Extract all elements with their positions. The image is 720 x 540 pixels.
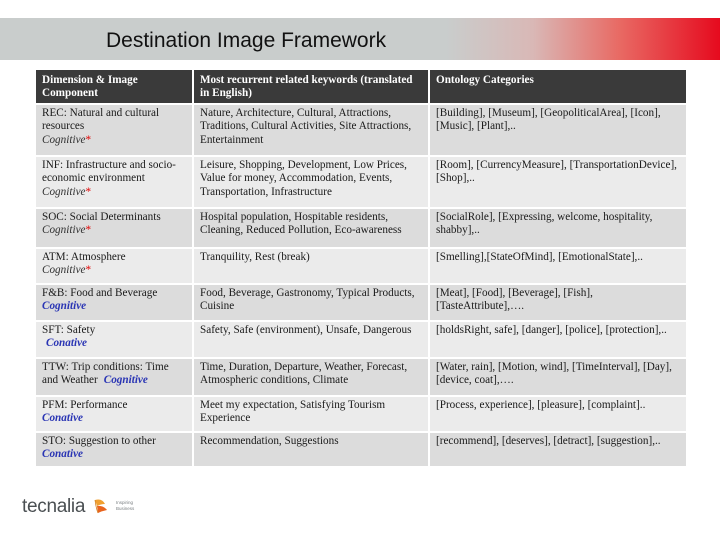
ontology-cell: [SocialRole], [Expressing, welcome, hosp… <box>428 207 688 249</box>
component-label: ATM: Atmosphere <box>42 251 126 263</box>
ontology-cell: [Meat], [Food], [Beverage], [Fish], [Tas… <box>428 283 688 322</box>
keywords-cell: Leisure, Shopping, Development, Low Pric… <box>192 155 430 209</box>
ontology-cell: [Process, experience], [pleasure], [comp… <box>428 395 688 433</box>
image-type: Cognitive <box>42 300 87 313</box>
keywords-cell: Meet my expectation, Satisfying Tourism … <box>192 395 430 433</box>
logo-mark-icon <box>94 499 107 514</box>
dimension-cell: PFM: Performance Conative <box>34 395 194 433</box>
component-label: PFM: Performance <box>42 399 128 411</box>
component-label: REC: Natural and cultural resources <box>42 107 160 133</box>
header-dimension: Dimension & Image Component <box>34 68 194 105</box>
star-mark: * <box>85 185 92 198</box>
image-type: Cognitive* <box>42 224 92 237</box>
table-row: STO: Suggestion to other Conative Recomm… <box>34 431 688 468</box>
table-row: INF: Infrastructure and socio-economic e… <box>34 155 688 209</box>
table-header-row: Dimension & Image Component Most recurre… <box>34 68 688 105</box>
table-row: PFM: Performance Conative Meet my expect… <box>34 395 688 433</box>
ontology-cell: [Smelling],[StateOfMind], [EmotionalStat… <box>428 247 688 285</box>
image-type: Conative <box>42 448 84 461</box>
table-row: SFT: Safety Conative Safety, Safe (envir… <box>34 320 688 359</box>
logo-wordmark: tecnalia <box>22 496 86 517</box>
title-bar: Destination Image Framework <box>0 18 720 60</box>
keywords-cell: Recommendation, Suggestions <box>192 431 430 468</box>
component-label: SFT: Safety <box>42 324 96 336</box>
slide-title: Destination Image Framework <box>106 29 387 52</box>
table-row: REC: Natural and cultural resources Cogn… <box>34 103 688 157</box>
ontology-cell: [recommend], [deserves], [detract], [sug… <box>428 431 688 468</box>
dimension-cell: ATM: Atmosphere Cognitive* <box>34 247 194 285</box>
image-type: Cognitive* <box>42 133 92 146</box>
component-label: STO: Suggestion to other <box>42 435 156 447</box>
dimension-cell: STO: Suggestion to other Conative <box>34 431 194 468</box>
dimension-cell: F&B: Food and Beverage Cognitive <box>34 283 194 322</box>
ontology-cell: [Room], [CurrencyMeasure], [Transportati… <box>428 155 688 209</box>
component-label: INF: Infrastructure and socio-economic e… <box>42 159 176 185</box>
header-ontology: Ontology Categories <box>428 68 688 105</box>
dimension-cell: SOC: Social Determinants Cognitive* <box>34 207 194 249</box>
image-type: Conative <box>46 337 88 350</box>
table-row: SOC: Social Determinants Cognitive* Hosp… <box>34 207 688 249</box>
keywords-cell: Safety, Safe (environment), Unsafe, Dang… <box>192 320 430 359</box>
destination-image-table: Dimension & Image Component Most recurre… <box>34 68 688 468</box>
star-mark: * <box>85 133 92 146</box>
image-type: Cognitive* <box>42 264 92 277</box>
dimension-cell: TTW: Trip conditions: Time and Weather Co… <box>34 357 194 397</box>
ontology-cell: [Building], [Museum], [GeopoliticalArea]… <box>428 103 688 157</box>
star-mark: * <box>85 264 92 277</box>
keywords-cell: Hospital population, Hospitable resident… <box>192 207 430 249</box>
image-type: Cognitive <box>103 374 148 387</box>
logo-tagline: Inspiring Business <box>116 500 135 511</box>
keywords-cell: Time, Duration, Departure, Weather, Fore… <box>192 357 430 397</box>
ontology-cell: [Water, rain], [Motion, wind], [TimeInte… <box>428 357 688 397</box>
keywords-cell: Tranquility, Rest (break) <box>192 247 430 285</box>
dimension-cell: INF: Infrastructure and socio-economic e… <box>34 155 194 209</box>
dimension-cell: REC: Natural and cultural resources Cogn… <box>34 103 194 157</box>
component-label: F&B: Food and Beverage <box>42 287 158 299</box>
component-label: SOC: Social Determinants <box>42 211 161 223</box>
image-type: Conative <box>42 412 84 425</box>
keywords-cell: Food, Beverage, Gastronomy, Typical Prod… <box>192 283 430 322</box>
tecnalia-logo: tecnalia Inspiring Business <box>22 494 142 526</box>
table-row: TTW: Trip conditions: Time and Weather Co… <box>34 357 688 397</box>
table-row: F&B: Food and Beverage Cognitive Food, B… <box>34 283 688 322</box>
star-mark: * <box>85 224 92 237</box>
ontology-cell: [holdsRight, safe], [danger], [police], … <box>428 320 688 359</box>
keywords-cell: Nature, Architecture, Cultural, Attracti… <box>192 103 430 157</box>
image-type: Cognitive* <box>42 185 92 198</box>
dimension-cell: SFT: Safety Conative <box>34 320 194 359</box>
header-keywords: Most recurrent related keywords (transla… <box>192 68 430 105</box>
table-row: ATM: Atmosphere Cognitive* Tranquility, … <box>34 247 688 285</box>
